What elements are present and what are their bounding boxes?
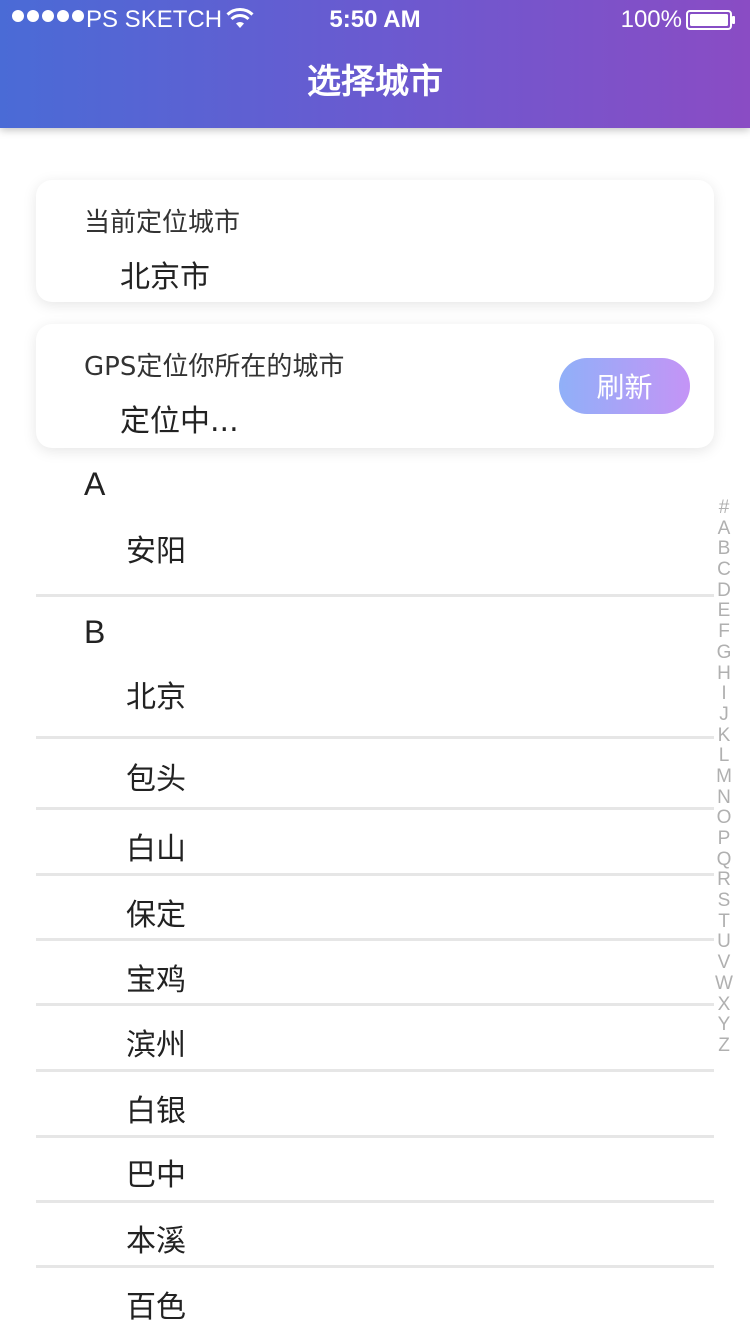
page-title: 选择城市 bbox=[307, 62, 443, 102]
index-letter[interactable]: X bbox=[712, 994, 736, 1015]
index-letter[interactable]: G bbox=[712, 642, 736, 663]
index-letter[interactable]: V bbox=[712, 952, 736, 973]
gps-status: 定位中... bbox=[120, 404, 239, 439]
divider bbox=[36, 938, 714, 941]
city-row[interactable]: 滨州 bbox=[36, 1014, 714, 1070]
city-name: 百色 bbox=[126, 1290, 186, 1325]
index-letter[interactable]: T bbox=[712, 911, 736, 932]
divider bbox=[36, 736, 714, 739]
city-name: 白山 bbox=[126, 832, 186, 867]
city-name: 保定 bbox=[126, 898, 186, 933]
city-row[interactable]: 白银 bbox=[36, 1080, 714, 1136]
index-letter[interactable]: K bbox=[712, 725, 736, 746]
index-letter[interactable]: M bbox=[712, 766, 736, 787]
current-city-label: 当前定位城市 bbox=[84, 208, 241, 238]
index-letter[interactable]: P bbox=[712, 828, 736, 849]
index-letter[interactable]: I bbox=[712, 683, 736, 704]
city-name: 宝鸡 bbox=[126, 963, 186, 998]
city-name: 本溪 bbox=[126, 1224, 186, 1259]
divider bbox=[36, 1003, 714, 1006]
index-letter[interactable]: Z bbox=[712, 1035, 736, 1056]
index-letter[interactable]: Y bbox=[712, 1014, 736, 1035]
index-letter[interactable]: B bbox=[712, 538, 736, 560]
city-row[interactable]: 宝鸡 bbox=[36, 949, 714, 1005]
city-name: 巴中 bbox=[126, 1158, 186, 1193]
city-row[interactable]: 巴中 bbox=[36, 1144, 714, 1200]
index-letter[interactable]: H bbox=[712, 663, 736, 684]
index-letter[interactable]: O bbox=[712, 807, 736, 828]
refresh-button[interactable]: 刷新 bbox=[559, 358, 690, 414]
current-city-card[interactable]: 当前定位城市 北京市 bbox=[36, 180, 714, 302]
index-letter[interactable]: F bbox=[712, 621, 736, 642]
divider bbox=[36, 1200, 714, 1203]
city-name: 白银 bbox=[126, 1094, 186, 1129]
city-name: 安阳 bbox=[126, 534, 186, 569]
battery-percent: 100% bbox=[620, 6, 682, 33]
index-letter[interactable]: # bbox=[712, 497, 736, 518]
index-letter[interactable]: L bbox=[712, 745, 736, 766]
status-bar: PS SKETCH 5:50 AM 100% bbox=[0, 0, 750, 40]
index-letter[interactable]: S bbox=[712, 890, 736, 911]
gps-label: GPS定位你所在的城市 bbox=[84, 352, 345, 382]
index-letter[interactable]: W bbox=[712, 973, 736, 994]
index-letter[interactable]: R bbox=[712, 869, 736, 891]
index-letter[interactable]: Q bbox=[712, 849, 736, 870]
index-letter[interactable]: E bbox=[712, 600, 736, 622]
city-row[interactable]: 白山 bbox=[36, 818, 714, 874]
section-header-b: B bbox=[84, 614, 106, 650]
index-letter[interactable]: N bbox=[712, 787, 736, 808]
divider bbox=[36, 1069, 714, 1072]
index-letter[interactable]: C bbox=[712, 559, 736, 580]
alphabet-index[interactable]: # A B C D E F G H I J K L M N O P Q R S … bbox=[712, 497, 736, 1056]
index-letter[interactable]: D bbox=[712, 580, 736, 601]
city-name: 北京 bbox=[126, 680, 186, 715]
divider bbox=[36, 1265, 714, 1268]
city-row[interactable]: 本溪 bbox=[36, 1210, 714, 1266]
current-city-value: 北京市 bbox=[120, 260, 210, 295]
battery-icon bbox=[686, 10, 735, 30]
city-row[interactable]: 百色 bbox=[36, 1276, 714, 1332]
index-letter[interactable]: U bbox=[712, 931, 736, 953]
city-name: 滨州 bbox=[126, 1028, 186, 1063]
city-row[interactable]: 保定 bbox=[36, 884, 714, 940]
section-header-a: A bbox=[84, 466, 106, 502]
divider bbox=[36, 873, 714, 876]
gps-card: GPS定位你所在的城市 定位中... 刷新 bbox=[36, 324, 714, 448]
divider bbox=[36, 1135, 714, 1138]
city-row[interactable]: 包头 bbox=[36, 748, 714, 806]
index-letter[interactable]: J bbox=[712, 704, 736, 725]
city-picker-screen: PS SKETCH 5:50 AM 100% 选择城市 当前定位城市 北京市 G… bbox=[0, 0, 750, 1334]
city-name: 包头 bbox=[126, 762, 186, 797]
header: PS SKETCH 5:50 AM 100% 选择城市 bbox=[0, 0, 750, 128]
city-row[interactable]: 安阳 bbox=[36, 516, 714, 578]
index-letter[interactable]: A bbox=[712, 518, 736, 539]
divider bbox=[36, 594, 714, 597]
divider bbox=[36, 807, 714, 810]
city-row[interactable]: 北京 bbox=[36, 664, 714, 724]
